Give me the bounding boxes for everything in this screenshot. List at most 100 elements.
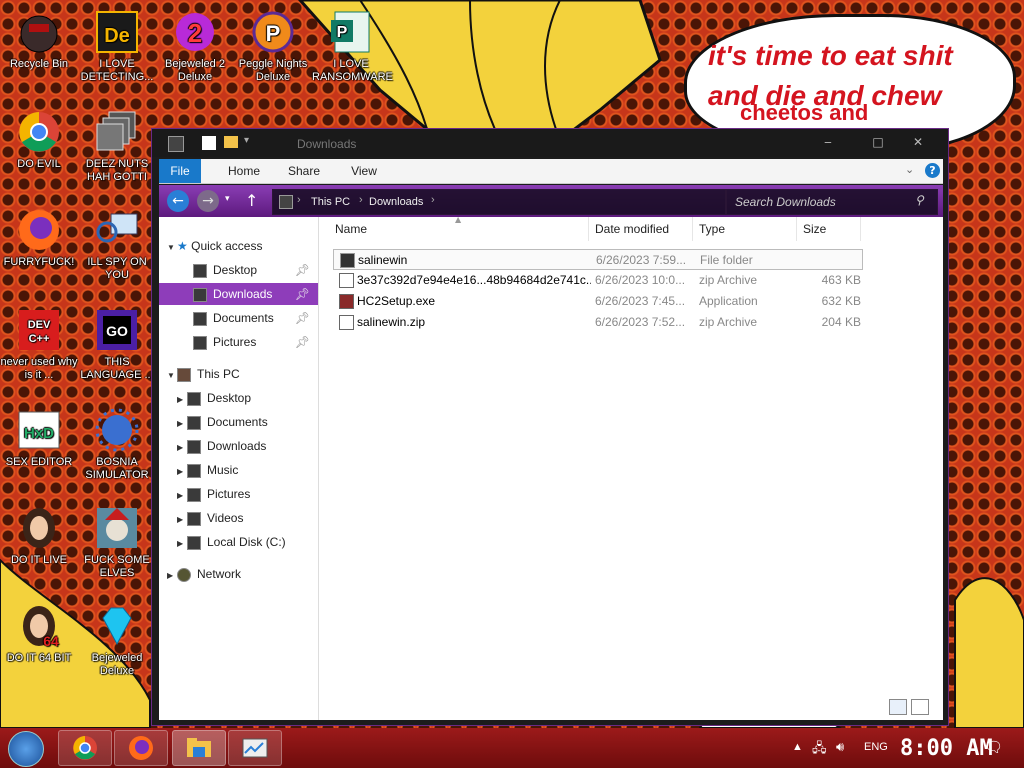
downloads-folder-icon bbox=[193, 287, 207, 302]
column-header-type[interactable]: Type bbox=[693, 217, 797, 241]
die-icon: De bbox=[93, 8, 141, 56]
nav-this-pc[interactable]: ▼ This PC bbox=[167, 363, 240, 385]
desktop-icon-do-it-64-bit[interactable]: 64 DO IT 64 BIT bbox=[0, 602, 78, 665]
tab-file[interactable]: File bbox=[159, 159, 201, 183]
nav-quick-access[interactable]: ▼ ★ Quick access bbox=[167, 235, 262, 257]
taskbar: ▲ 🖧︎ 🔊︎ ENG 🗨︎ bbox=[0, 728, 1024, 768]
nav-quick-documents[interactable]: Documents 📌︎ bbox=[159, 307, 318, 329]
nav-quick-desktop[interactable]: Desktop 📌︎ bbox=[159, 259, 318, 281]
large-icons-view-icon[interactable] bbox=[911, 699, 929, 715]
table-row[interactable]: HC2Setup.exe 6/26/2023 7:45... Applicati… bbox=[333, 291, 863, 312]
svg-text:2: 2 bbox=[188, 18, 202, 48]
start-button[interactable] bbox=[8, 731, 44, 767]
mine-icon bbox=[93, 406, 141, 454]
desktop-icon-fuck-some-elves[interactable]: FUCK SOME ELVES bbox=[78, 504, 156, 580]
desktop-icon-detect-it-easy[interactable]: De I LOVE DETECTING... bbox=[78, 8, 156, 84]
peggle-icon: P bbox=[249, 8, 297, 56]
back-button[interactable]: ← bbox=[167, 190, 189, 212]
minimize-button[interactable]: ‒ bbox=[814, 133, 842, 151]
nav-quick-downloads[interactable]: Downloads 📌︎ bbox=[159, 283, 318, 305]
breadcrumb-downloads[interactable]: Downloads bbox=[369, 196, 423, 208]
nav-pc-documents[interactable]: ▶ Documents bbox=[177, 411, 268, 433]
desktop-icon-ill-spy-on-you[interactable]: ILL SPY ON YOU bbox=[78, 206, 156, 282]
desktop-icon-peggle-nights[interactable]: P Peggle Nights Deluxe bbox=[234, 8, 312, 84]
desktop-icon-furryfuck[interactable]: FURRYFUCK! bbox=[0, 206, 78, 269]
nav-quick-pictures[interactable]: Pictures 📌︎ bbox=[159, 331, 318, 353]
desktop-icon-bejeweled-2[interactable]: 2 Bejeweled 2 Deluxe bbox=[156, 8, 234, 84]
svg-text:De: De bbox=[104, 25, 130, 47]
pin-icon: 📌︎ bbox=[294, 287, 310, 301]
taskbar-task-manager-button[interactable] bbox=[228, 730, 282, 766]
goland-icon: GO bbox=[93, 306, 141, 354]
desktop-icon-recycle-bin[interactable]: Recycle Bin bbox=[0, 8, 78, 71]
language-indicator[interactable]: ENG bbox=[864, 741, 888, 753]
desktop-icon-sex-editor[interactable]: HxD SEX EDITOR bbox=[0, 406, 78, 469]
nav-pc-music[interactable]: ▶ Music bbox=[177, 459, 238, 481]
diamond-icon bbox=[93, 602, 141, 650]
network-tray-icon[interactable]: 🖧︎ bbox=[812, 739, 827, 761]
nav-pc-pictures[interactable]: ▶ Pictures bbox=[177, 483, 250, 505]
desktop-folder-icon bbox=[187, 391, 201, 406]
hxd-icon: HxD bbox=[15, 406, 63, 454]
nav-pc-videos[interactable]: ▶ Videos bbox=[177, 507, 243, 529]
sort-indicator-icon: ▲ bbox=[455, 215, 462, 224]
desktop-icon-deez-nuts[interactable]: DEEZ NUTS HAH GOTTI bbox=[78, 108, 156, 184]
tab-share[interactable]: Share bbox=[281, 159, 327, 183]
clock[interactable]: 8:00 AM bbox=[900, 736, 993, 761]
address-toolbar: ← → ▾ ↑ › This PC › Downloads › Search D… bbox=[159, 185, 943, 217]
nav-pc-desktop[interactable]: ▶ Desktop bbox=[177, 387, 251, 409]
taskbar-chrome-button[interactable] bbox=[58, 730, 112, 766]
quick-access-dropdown-icon[interactable]: ▾ bbox=[244, 135, 249, 146]
desktop-icon-bejeweled-deluxe[interactable]: Bejeweled Deluxe bbox=[78, 602, 156, 678]
table-row[interactable]: salinewin 6/26/2023 7:59... File folder bbox=[333, 249, 863, 270]
desktop-icon-do-evil[interactable]: DO EVIL bbox=[0, 108, 78, 171]
recent-locations-icon[interactable]: ▾ bbox=[225, 194, 230, 204]
network-icon bbox=[177, 567, 191, 582]
breadcrumb-this-pc[interactable]: This PC bbox=[311, 196, 350, 208]
close-button[interactable]: ✕ bbox=[904, 133, 932, 151]
column-header-size[interactable]: Size bbox=[797, 217, 861, 241]
documents-folder-icon bbox=[193, 311, 207, 326]
taskbar-firefox-button[interactable] bbox=[114, 730, 168, 766]
desktop-icon-bosnia-simulator[interactable]: BOSNIA SIMULATOR bbox=[78, 406, 156, 482]
search-input[interactable]: Search Downloads ⚲ bbox=[726, 189, 938, 215]
volume-icon[interactable]: 🔊︎ bbox=[836, 739, 844, 755]
show-hidden-icons-icon[interactable]: ▲ bbox=[792, 741, 803, 753]
column-header-date[interactable]: Date modified bbox=[589, 217, 693, 241]
nav-network[interactable]: ▶ Network bbox=[167, 563, 241, 585]
publisher-icon: P bbox=[327, 8, 375, 56]
svg-text:DEV: DEV bbox=[28, 319, 51, 331]
expand-ribbon-icon[interactable]: ⌄ bbox=[905, 163, 914, 176]
nav-pc-local-disk[interactable]: ▶ Local Disk (C:) bbox=[177, 531, 286, 553]
address-bar[interactable]: › This PC › Downloads › bbox=[272, 189, 726, 215]
table-row[interactable]: salinewin.zip 6/26/2023 7:52... zip Arch… bbox=[333, 312, 863, 333]
up-button[interactable]: ↑ bbox=[245, 191, 258, 210]
help-icon[interactable]: ? bbox=[925, 163, 940, 178]
exe-file-icon bbox=[339, 294, 354, 309]
pictures-folder-icon bbox=[193, 335, 207, 350]
forward-button[interactable]: → bbox=[197, 190, 219, 212]
tab-view[interactable]: View bbox=[341, 159, 387, 183]
nav-pc-downloads[interactable]: ▶ Downloads bbox=[177, 435, 266, 457]
title-bar[interactable]: ▾ Downloads ‒ □ ✕ bbox=[152, 129, 948, 157]
star-icon: ★ bbox=[177, 239, 188, 253]
desktop-icon-ransomware[interactable]: P I LOVE RANSOMWARE bbox=[312, 8, 393, 84]
task-manager-icon bbox=[242, 738, 268, 758]
elf-icon bbox=[93, 504, 141, 552]
desktop-icon-do-it-live[interactable]: DO IT LIVE bbox=[0, 504, 78, 567]
chrome-icon bbox=[73, 736, 97, 760]
folder-icon bbox=[187, 738, 211, 757]
desktop-icon-devcpp[interactable]: DEV C++ never used why is it ... bbox=[0, 306, 78, 382]
music-folder-icon bbox=[187, 463, 201, 478]
maximize-button[interactable]: □ bbox=[864, 133, 892, 151]
properties-icon[interactable] bbox=[202, 136, 216, 150]
dev-cpp-icon: DEV C++ bbox=[15, 306, 63, 354]
new-folder-icon[interactable] bbox=[224, 136, 238, 148]
tab-home[interactable]: Home bbox=[221, 159, 267, 183]
table-row[interactable]: 3e37c392d7e94e4e16...48b94684d2e741c... … bbox=[333, 270, 863, 291]
taskbar-explorer-button[interactable] bbox=[172, 730, 226, 766]
details-view-icon[interactable] bbox=[889, 699, 907, 715]
search-icon[interactable]: ⚲ bbox=[915, 193, 924, 207]
videos-folder-icon bbox=[187, 511, 201, 526]
desktop-icon-this-language[interactable]: GO THIS LANGUAGE ... bbox=[78, 306, 156, 382]
